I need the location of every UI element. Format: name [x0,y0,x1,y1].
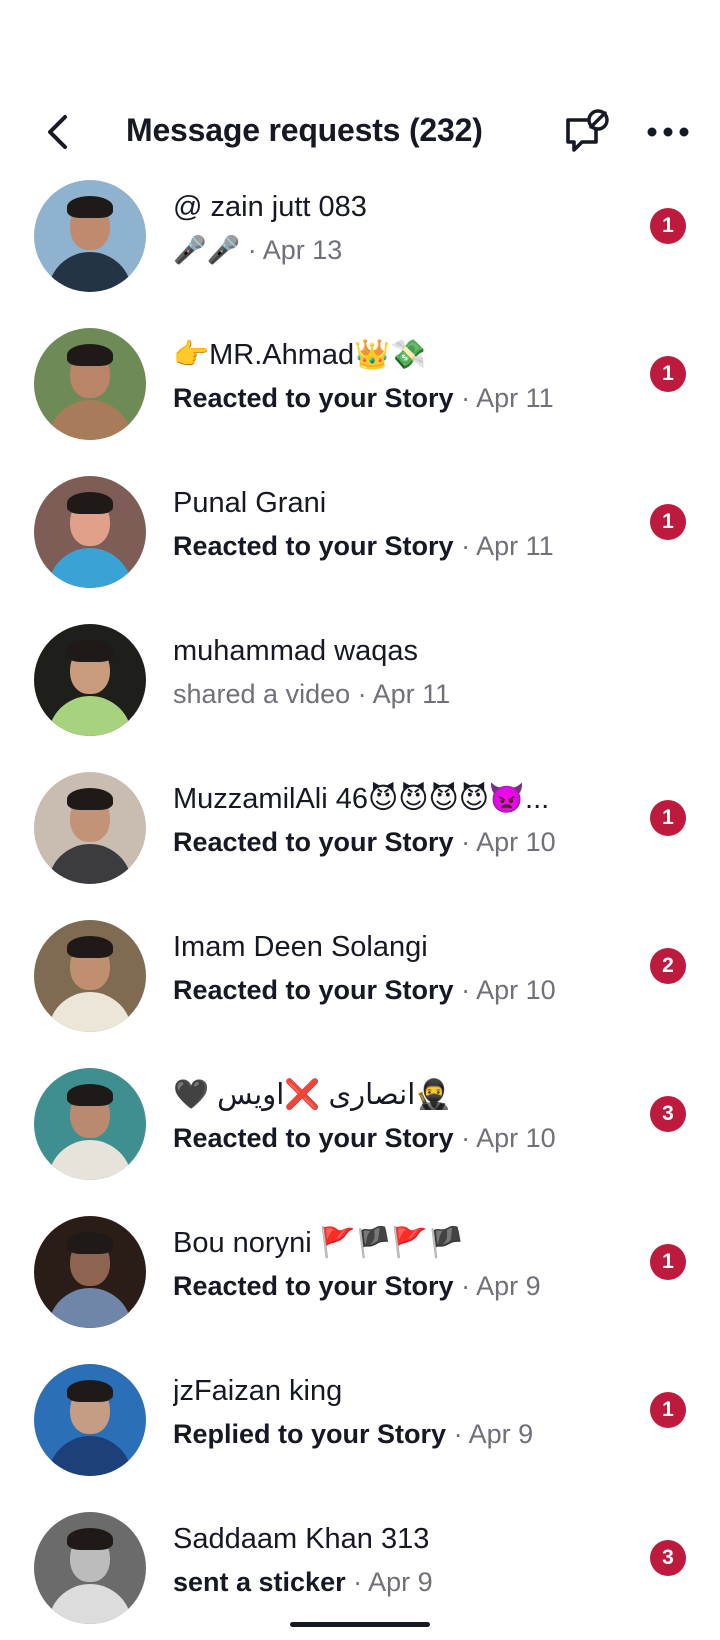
avatar[interactable] [34,476,146,588]
list-item[interactable]: 🖤 انصاری ❌اویس🥷 Reacted to your Story · A… [0,1062,720,1210]
avatar[interactable] [34,1364,146,1476]
timestamp: · Apr 11 [357,679,451,709]
avatar[interactable] [34,1068,146,1180]
avatar[interactable] [34,180,146,292]
list-item[interactable]: 👉MR.Ahmad👑💸 Reacted to your Story · Apr 1… [0,322,720,470]
sender-name: Imam Deen Solangi [173,931,428,963]
message-preview: Reacted to your Story · Apr 11 [173,528,613,564]
avatar[interactable] [34,328,146,440]
preview-text: Replied to your Story [173,1419,447,1449]
more-horizontal-icon [647,127,689,137]
request-text: 👉MR.Ahmad👑💸 Reacted to your Story · Apr 1… [173,336,613,416]
sender-name: MuzzamilAli 46😈😈😈😈👿... [173,783,550,815]
sender-name: jzFaizan king [173,1375,343,1407]
preview-text: Reacted to your Story [173,827,454,857]
avatar[interactable] [34,624,146,736]
message-preview: Reacted to your Story · Apr 10 [173,824,613,860]
unread-badge: 1 [650,1392,686,1428]
unread-badge: 3 [650,1540,686,1576]
timestamp: · Apr 10 [461,975,556,1005]
list-item[interactable]: Bou noryni 🚩🏴🚩🏴 Reacted to your Story · A… [0,1210,720,1358]
message-preview: shared a video · Apr 11 [173,676,613,712]
home-indicator[interactable] [290,1622,430,1627]
message-preview: Reacted to your Story · Apr 9 [173,1268,613,1304]
timestamp: · Apr 10 [461,1123,556,1153]
more-options-button[interactable] [640,104,696,160]
sender-name: Bou noryni 🚩🏴🚩🏴 [173,1227,465,1259]
message-preview: Reacted to your Story · Apr 10 [173,972,613,1008]
timestamp: · Apr 11 [461,531,554,561]
preview-text: Reacted to your Story [173,1271,454,1301]
avatar[interactable] [34,772,146,884]
preview-text: shared a video [173,679,351,709]
unread-badge: 3 [650,1096,686,1132]
request-list: @ zain jutt 083 🎤🎤 · Apr 13 1 👉MR.Ahmad👑💸 Re… [0,174,720,1640]
request-text: 🖤 انصاری ❌اویس🥷 Reacted to your Story · A… [173,1076,613,1156]
list-item[interactable]: MuzzamilAli 46😈😈😈😈👿... Reacted to your St… [0,766,720,914]
message-off-icon [566,109,609,152]
sender-name: 🖤 انصاری ❌اویس🥷 [173,1079,452,1111]
message-preview: Reacted to your Story · Apr 10 [173,1120,613,1156]
timestamp: · Apr 13 [247,235,343,265]
message-requests-screen: Message requests (232) @ zain jutt 083 🎤🎤… [0,0,720,1640]
mute-requests-button[interactable] [558,104,614,160]
message-preview: Reacted to your Story · Apr 11 [173,380,613,416]
message-preview: Replied to your Story · Apr 9 [173,1416,613,1452]
request-text: MuzzamilAli 46😈😈😈😈👿... Reacted to your St… [173,780,613,860]
request-text: Saddaam Khan 313 sent a sticker · Apr 9 [173,1520,613,1600]
timestamp: · Apr 9 [453,1419,534,1449]
request-text: @ zain jutt 083 🎤🎤 · Apr 13 [173,188,613,268]
list-item[interactable]: Punal Grani Reacted to your Story · Apr 1… [0,470,720,618]
list-item[interactable]: jzFaizan king Replied to your Story · Apr… [0,1358,720,1506]
request-text: muhammad waqas shared a video · Apr 11 [173,632,613,712]
unread-badge: 1 [650,208,686,244]
preview-text: 🎤🎤 [173,235,241,265]
preview-text: Reacted to your Story [173,975,454,1005]
page-title: Message requests (232) [126,112,483,148]
timestamp: · Apr 11 [461,383,554,413]
message-preview: 🎤🎤 · Apr 13 [173,232,613,268]
unread-badge: 1 [650,1244,686,1280]
preview-text: Reacted to your Story [173,531,454,561]
list-item[interactable]: Imam Deen Solangi Reacted to your Story ·… [0,914,720,1062]
request-text: jzFaizan king Replied to your Story · Apr… [173,1372,613,1452]
preview-text: Reacted to your Story [173,1123,454,1153]
back-button[interactable] [36,110,80,154]
sender-name: Punal Grani [173,487,327,519]
unread-badge: 1 [650,504,686,540]
avatar[interactable] [34,920,146,1032]
sender-name: @ zain jutt 083 [173,191,367,223]
preview-text: sent a sticker [173,1567,346,1597]
message-preview: sent a sticker · Apr 9 [173,1564,613,1600]
request-text: Bou noryni 🚩🏴🚩🏴 Reacted to your Story · A… [173,1224,613,1304]
timestamp: · Apr 10 [461,827,556,857]
sender-name: muhammad waqas [173,635,418,667]
unread-badge: 2 [650,948,686,984]
unread-badge: 1 [650,356,686,392]
timestamp: · Apr 9 [461,1271,541,1301]
preview-text: Reacted to your Story [173,383,454,413]
chevron-left-icon [48,115,67,149]
request-text: Imam Deen Solangi Reacted to your Story ·… [173,928,613,1008]
sender-name: Saddaam Khan 313 [173,1523,430,1555]
avatar[interactable] [34,1512,146,1624]
sender-name: 👉MR.Ahmad👑💸 [173,339,427,371]
unread-badge: 1 [650,800,686,836]
request-text: Punal Grani Reacted to your Story · Apr 1… [173,484,613,564]
list-item[interactable]: Saddaam Khan 313 sent a sticker · Apr 9 3 [0,1506,720,1640]
header: Message requests (232) [0,92,720,172]
timestamp: · Apr 9 [353,1567,433,1597]
list-item[interactable]: muhammad waqas shared a video · Apr 11 [0,618,720,766]
list-item[interactable]: @ zain jutt 083 🎤🎤 · Apr 13 1 [0,174,720,322]
avatar[interactable] [34,1216,146,1328]
